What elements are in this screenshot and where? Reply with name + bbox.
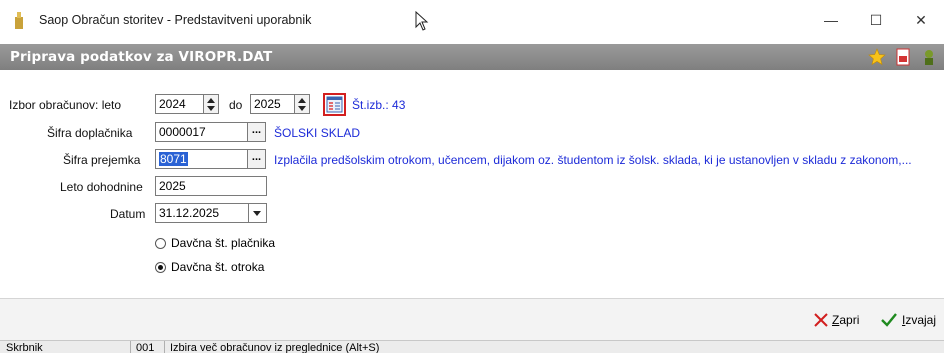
do-label: do (229, 98, 243, 112)
spin-up-icon[interactable] (207, 98, 215, 103)
leto-to-input[interactable]: 2025 (250, 94, 295, 114)
doplacnik-label: Šifra doplačnika (47, 126, 133, 140)
close-button[interactable]: ✕ (898, 0, 944, 40)
pdf-document-icon[interactable] (894, 48, 912, 66)
status-divider (130, 341, 131, 353)
minimize-icon: — (824, 12, 838, 28)
minimize-button[interactable]: — (808, 0, 854, 40)
favorite-star-icon[interactable] (868, 48, 886, 66)
status-code: 001 (136, 342, 155, 353)
doplacnik-lookup-button[interactable]: ... (248, 122, 266, 142)
title-bar: Saop Obračun storitev - Predstavitveni u… (0, 0, 944, 40)
leto-from-input[interactable]: 2024 (155, 94, 204, 114)
datum-dropdown-button[interactable] (249, 203, 267, 223)
dohodnine-label: Leto dohodnine (60, 180, 143, 194)
prejemka-description: Izplačila predšolskim otrokom, učencem, … (274, 153, 912, 167)
st-izb-count: Št.izb.: 43 (352, 98, 406, 112)
close-icon: ✕ (915, 11, 927, 28)
status-divider (164, 341, 165, 353)
prejemka-lookup-button[interactable]: ... (248, 149, 266, 169)
zapri-button[interactable]: Zapri (813, 312, 859, 328)
close-x-icon (814, 313, 828, 327)
table-select-icon (326, 96, 343, 113)
leto-to-spinner[interactable] (295, 94, 310, 114)
datum-label: Datum (110, 207, 146, 221)
status-bar: Skrbnik 001 Izbira več obračunov iz preg… (0, 340, 944, 353)
status-user: Skrbnik (6, 342, 43, 353)
datum-input[interactable]: 31.12.2025 (155, 203, 249, 223)
checkmark-icon (881, 313, 897, 327)
zapri-label: Zapri (832, 313, 860, 327)
maximize-icon: ☐ (869, 11, 883, 28)
radio-placnika-circle[interactable] (155, 237, 166, 249)
obracun-label: Izbor obračunov: leto (9, 98, 122, 112)
radio-placnika-label: Davčna št. plačnika (171, 236, 276, 250)
form-title: Priprava podatkov za VIROPR.DAT (10, 49, 273, 65)
izvajaj-button[interactable]: Izvajaj (880, 312, 936, 328)
status-hint: Izbira več obračunov iz preglednice (Alt… (170, 342, 380, 353)
maximize-button[interactable]: ☐ (853, 0, 899, 40)
doplacnik-name: ŠOLSKI SKLAD (274, 126, 361, 140)
prejemka-label: Šifra prejemka (63, 153, 141, 167)
window-title: Saop Obračun storitev - Predstavitveni u… (39, 13, 312, 27)
radio-davcna-otroka[interactable]: Davčna št. otroka (155, 260, 264, 274)
prejemka-value: 8071 (159, 152, 188, 166)
radio-otroka-circle[interactable] (155, 261, 166, 273)
form-header: Priprava podatkov za VIROPR.DAT (0, 44, 944, 70)
doplacnik-input[interactable]: 0000017 (155, 122, 248, 142)
dohodnine-input[interactable]: 2025 (155, 176, 267, 196)
form-area: Izbor obračunov: leto 2024 do 2025 Št.iz… (0, 70, 944, 298)
select-obracuni-button[interactable] (323, 93, 346, 116)
leto-from-spinner[interactable] (204, 94, 219, 114)
prejemka-input[interactable]: 8071 (155, 149, 248, 169)
help-figure-icon[interactable] (920, 48, 938, 66)
button-bar: Zapri Izvajaj (0, 298, 944, 340)
izvajaj-label: Izvajaj (902, 313, 937, 327)
spin-up-icon[interactable] (298, 98, 306, 103)
mouse-cursor-icon (415, 11, 429, 31)
app-icon (15, 12, 23, 29)
radio-otroka-label: Davčna št. otroka (171, 260, 265, 274)
radio-davcna-placnika[interactable]: Davčna št. plačnika (155, 236, 275, 250)
spin-down-icon[interactable] (298, 106, 306, 111)
spin-down-icon[interactable] (207, 106, 215, 111)
